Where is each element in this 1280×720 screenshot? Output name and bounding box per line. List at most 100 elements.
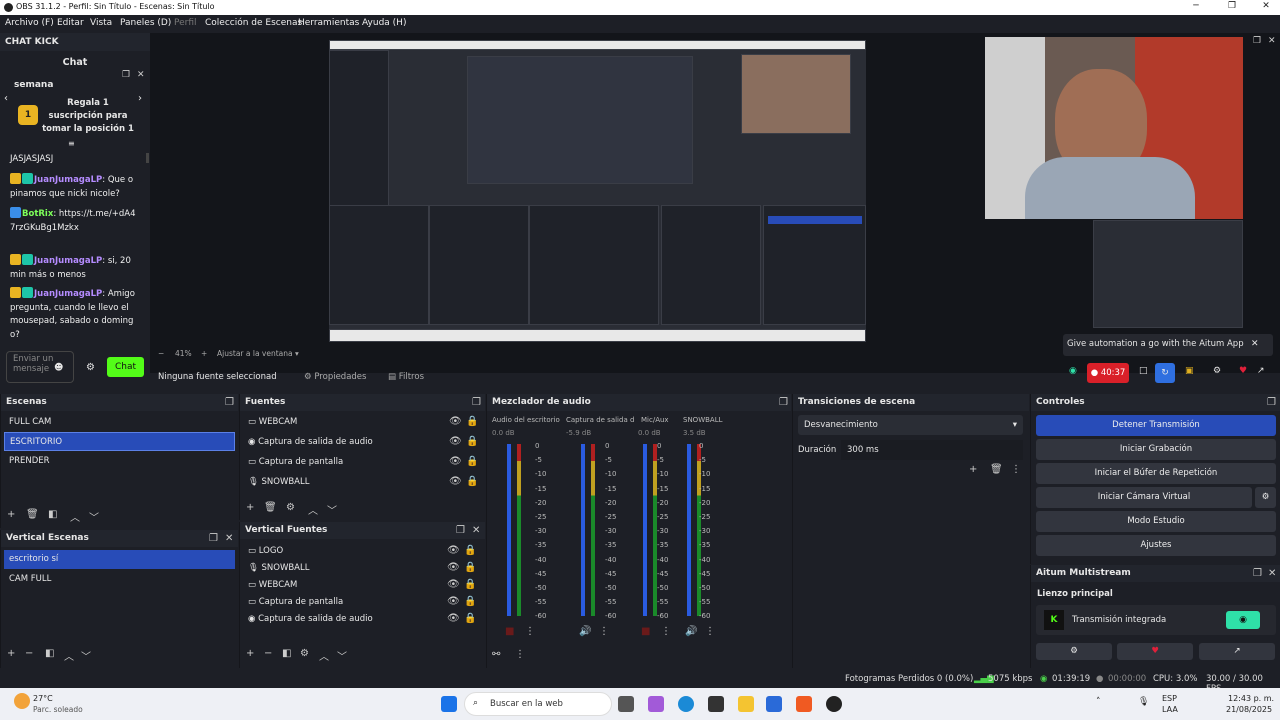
float-icon[interactable]: ❐ bbox=[209, 533, 218, 544]
speaker-icon[interactable]: 🔊 bbox=[579, 626, 591, 637]
float-icon[interactable]: ❐ bbox=[122, 70, 130, 80]
emoji-icon[interactable]: ☻ bbox=[54, 363, 63, 373]
chevron-up-icon[interactable]: ︿ bbox=[64, 648, 74, 663]
filter-icon[interactable]: ◧ bbox=[48, 509, 57, 520]
menu-editar[interactable]: Editar bbox=[57, 18, 84, 28]
stream-icon[interactable]: ◉ bbox=[1069, 366, 1077, 376]
source-item[interactable]: ◉ Captura de salida de audio bbox=[243, 433, 479, 452]
vscene-item[interactable]: escritorio sí bbox=[4, 550, 235, 569]
lang-2[interactable]: LAA bbox=[1162, 705, 1178, 714]
minus-icon[interactable]: − bbox=[264, 648, 272, 659]
zoom-in-button[interactable]: + bbox=[201, 349, 207, 358]
trash-icon[interactable]: 🗑 bbox=[990, 464, 1003, 475]
more-icon[interactable]: ⋮ bbox=[1011, 464, 1021, 475]
more-icon[interactable]: ⋮ bbox=[515, 649, 525, 660]
chevron-right-icon[interactable]: › bbox=[138, 93, 142, 104]
virtual-camera-button[interactable]: Iniciar Cámara Virtual bbox=[1036, 487, 1252, 508]
source-item[interactable]: ▭ WEBCAM bbox=[243, 413, 479, 432]
add-icon[interactable]: + bbox=[7, 509, 15, 520]
eye-icon[interactable]: 👁 bbox=[449, 416, 462, 427]
brave-icon[interactable] bbox=[796, 696, 812, 712]
square-icon[interactable]: □ bbox=[1139, 366, 1148, 376]
chevron-up-icon[interactable]: ˄ bbox=[1096, 697, 1101, 707]
minus-icon[interactable]: − bbox=[25, 648, 33, 659]
scene-item[interactable]: FULL CAM bbox=[4, 413, 235, 432]
menu-vista[interactable]: Vista bbox=[90, 18, 112, 28]
studio-mode-button[interactable]: Modo Estudio bbox=[1036, 511, 1276, 532]
chat-scrollbar[interactable] bbox=[146, 153, 149, 163]
gear-icon[interactable]: ⚙ bbox=[1213, 366, 1221, 376]
windows-start-icon[interactable] bbox=[441, 696, 457, 712]
lock-icon[interactable]: 🔒 bbox=[466, 416, 478, 427]
lock-icon[interactable]: 🔒 bbox=[466, 456, 478, 467]
lock-icon[interactable]: 🔒 bbox=[466, 436, 478, 447]
store-icon[interactable] bbox=[766, 696, 782, 712]
float-icon[interactable]: ❐ bbox=[472, 397, 481, 408]
file-explorer-icon[interactable] bbox=[738, 696, 754, 712]
heart-icon[interactable]: ♥ bbox=[1117, 643, 1193, 660]
lock-icon[interactable]: 🔒 bbox=[466, 476, 478, 487]
chat-input[interactable]: Enviar un mensaje bbox=[6, 351, 74, 383]
stop-stream-button[interactable]: Detener Transmisión bbox=[1036, 415, 1276, 436]
transition-select[interactable]: Desvanecimiento▾ bbox=[798, 415, 1023, 435]
chevron-down-icon[interactable]: ﹀ bbox=[337, 648, 347, 663]
float-icon[interactable]: ❐ bbox=[779, 397, 788, 408]
rec-timer[interactable]: ● 40:37 bbox=[1087, 363, 1129, 383]
source-item[interactable]: ▭ Captura de pantalla bbox=[243, 453, 479, 472]
hamburger-icon[interactable]: ≡ bbox=[68, 139, 75, 148]
mic-icon[interactable]: 🎙 bbox=[1138, 697, 1149, 707]
float-icon[interactable]: ❐ bbox=[225, 397, 234, 408]
eye-icon[interactable]: 👁 bbox=[449, 436, 462, 447]
task-view-icon[interactable] bbox=[618, 696, 634, 712]
send-chat-button[interactable]: Chat bbox=[107, 357, 144, 377]
float-icon[interactable]: ❐ bbox=[1253, 568, 1262, 579]
close-button[interactable]: ✕ bbox=[1254, 1, 1278, 14]
replay-icon[interactable]: ▣ bbox=[1185, 366, 1194, 376]
menu-ayuda[interactable]: Ayuda (H) bbox=[362, 18, 406, 28]
speaker-icon[interactable]: 🔊 bbox=[685, 626, 697, 637]
add-icon[interactable]: + bbox=[246, 502, 254, 513]
obs-icon[interactable] bbox=[708, 696, 724, 712]
vsource-item[interactable]: ◉ Captura de salida de audio bbox=[243, 610, 479, 629]
more-icon[interactable]: ⋮ bbox=[705, 626, 715, 637]
minimize-button[interactable]: ─ bbox=[1184, 1, 1208, 14]
filter-icon[interactable]: ◧ bbox=[45, 648, 54, 659]
lock-icon[interactable]: 🔒 bbox=[464, 613, 476, 624]
close-icon[interactable]: ✕ bbox=[1251, 339, 1259, 349]
lock-icon[interactable]: 🔒 bbox=[464, 579, 476, 590]
chevron-up-icon[interactable]: ︿ bbox=[70, 509, 80, 524]
vscene-item[interactable]: CAM FULL bbox=[4, 570, 235, 589]
gear-icon[interactable]: ⚙ bbox=[286, 502, 295, 513]
maximize-button[interactable]: ❐ bbox=[1220, 1, 1244, 14]
gear-icon[interactable]: ⚙ bbox=[1255, 487, 1276, 508]
eye-icon[interactable]: 👁 bbox=[447, 562, 460, 573]
close-icon[interactable]: ✕ bbox=[1268, 36, 1276, 46]
settings-button[interactable]: Ajustes bbox=[1036, 535, 1276, 556]
volume-slider[interactable] bbox=[687, 444, 691, 616]
replay-buffer-button[interactable]: Iniciar el Búfer de Repetición bbox=[1036, 463, 1276, 484]
eye-icon[interactable]: 👁 bbox=[447, 613, 460, 624]
close-icon[interactable]: ✕ bbox=[225, 533, 233, 544]
properties-button[interactable]: ⚙ Propiedades bbox=[304, 372, 366, 382]
heart-icon[interactable]: ♥ bbox=[1239, 366, 1247, 376]
chevron-down-icon[interactable]: ﹀ bbox=[89, 509, 99, 524]
gear-icon[interactable]: ⚙ bbox=[1036, 643, 1112, 660]
close-icon[interactable]: ✕ bbox=[137, 70, 145, 80]
settings-icon[interactable]: ⚯ bbox=[492, 649, 500, 660]
start-recording-button[interactable]: Iniciar Grabación bbox=[1036, 439, 1276, 460]
scene-item[interactable]: PRENDER bbox=[4, 452, 235, 471]
eye-icon[interactable]: 👁 bbox=[447, 545, 460, 556]
speaker-icon[interactable]: ■ bbox=[505, 626, 514, 637]
trash-icon[interactable]: 🗑 bbox=[26, 509, 39, 520]
chevron-up-icon[interactable]: ︿ bbox=[308, 502, 318, 517]
filter-icon[interactable]: ◧ bbox=[282, 648, 291, 659]
clock-time[interactable]: 12:43 p. m. bbox=[1228, 694, 1274, 703]
lock-icon[interactable]: 🔒 bbox=[464, 545, 476, 556]
lock-icon[interactable]: 🔒 bbox=[464, 596, 476, 607]
edge-icon[interactable] bbox=[678, 696, 694, 712]
menu-archivo[interactable]: Archivo (F) bbox=[5, 18, 54, 28]
close-icon[interactable]: ✕ bbox=[1268, 568, 1276, 579]
chevron-up-icon[interactable]: ︿ bbox=[319, 648, 329, 663]
close-icon[interactable]: ✕ bbox=[472, 525, 480, 536]
menu-paneles[interactable]: Paneles (D) bbox=[120, 18, 171, 28]
